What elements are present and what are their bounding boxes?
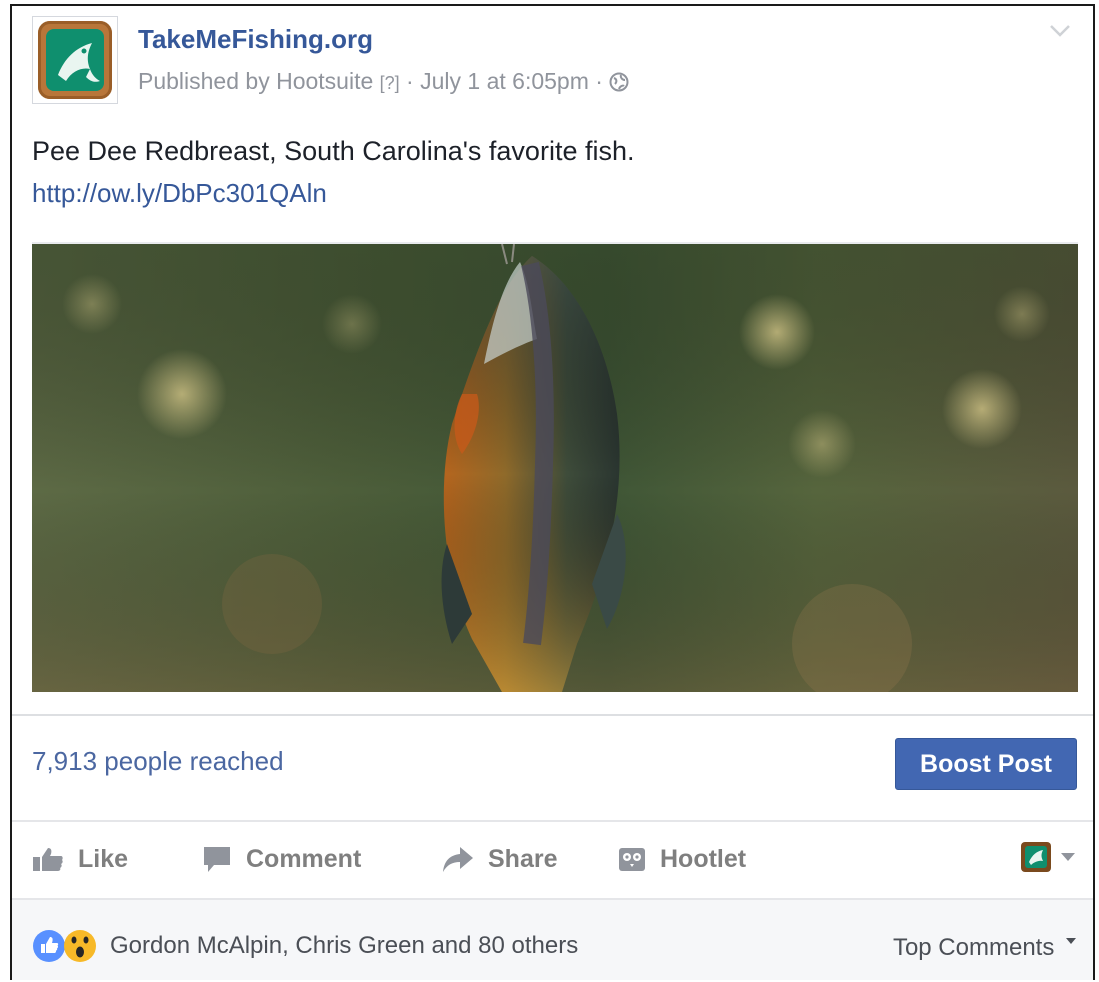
like-reaction-icon	[33, 930, 65, 962]
hootlet-label: Hootlet	[660, 844, 747, 873]
top-comments-dropdown[interactable]: Top Comments	[893, 934, 1077, 962]
post-link[interactable]: http://ow.ly/DbPc301QAln	[32, 178, 327, 209]
reach-bar: 7,913 people reached Boost Post	[12, 714, 1093, 822]
page-voice-selector[interactable]	[1021, 842, 1077, 872]
globe-icon[interactable]	[609, 71, 629, 98]
hootlet-owl-icon	[619, 848, 645, 871]
like-button[interactable]: Like	[32, 842, 128, 876]
facebook-post-card: TakeMeFishing.org Published by Hootsuite…	[10, 4, 1095, 980]
meta-separator: ·	[399, 68, 421, 94]
post-text: Pee Dee Redbreast, South Carolina's favo…	[32, 136, 635, 166]
chevron-down-icon[interactable]	[1049, 24, 1071, 38]
share-label: Share	[488, 844, 558, 873]
share-button[interactable]: Share	[442, 842, 557, 876]
comment-icon	[204, 847, 230, 872]
like-label: Like	[78, 844, 129, 873]
post-photo[interactable]	[32, 242, 1078, 692]
post-date-link[interactable]: July 1 at 6:05pm	[420, 68, 589, 94]
fish-photo	[32, 244, 1078, 692]
page-avatar-small-icon	[1021, 842, 1051, 872]
reaction-icons[interactable]	[32, 928, 112, 964]
wow-reaction-icon	[64, 930, 96, 962]
people-reached-link[interactable]: 7,913 people reached	[32, 746, 284, 777]
boost-post-button[interactable]: Boost Post	[895, 738, 1077, 790]
action-bar: Like Comment Share Hootlet	[12, 820, 1093, 900]
reactions-bar: Gordon McAlpin, Chris Green and 80 other…	[12, 898, 1093, 980]
page-name-link[interactable]: TakeMeFishing.org	[138, 24, 373, 55]
meta-separator: ·	[588, 68, 610, 94]
page-avatar[interactable]	[32, 16, 118, 104]
hootlet-button[interactable]: Hootlet	[618, 842, 746, 876]
reaction-names-link[interactable]: Gordon McAlpin, Chris Green and 80 other…	[110, 932, 578, 960]
caret-down-icon	[1061, 853, 1075, 861]
comment-label: Comment	[246, 844, 362, 873]
avatar-frame	[38, 21, 112, 99]
publisher-link[interactable]: Hootsuite	[276, 68, 373, 94]
help-marker[interactable]: [?]	[380, 73, 400, 93]
post-header: TakeMeFishing.org Published by Hootsuite…	[12, 6, 1093, 116]
share-arrow-icon	[443, 847, 473, 872]
comment-button[interactable]: Comment	[202, 842, 361, 876]
top-comments-label: Top Comments	[892, 934, 1055, 961]
post-meta: Published by Hootsuite [?] · July 1 at 6…	[138, 68, 629, 98]
published-prefix: Published by	[138, 68, 277, 94]
thumbs-up-icon	[33, 848, 63, 871]
fish-logo-icon	[46, 29, 104, 91]
caret-down-icon	[1066, 938, 1076, 944]
